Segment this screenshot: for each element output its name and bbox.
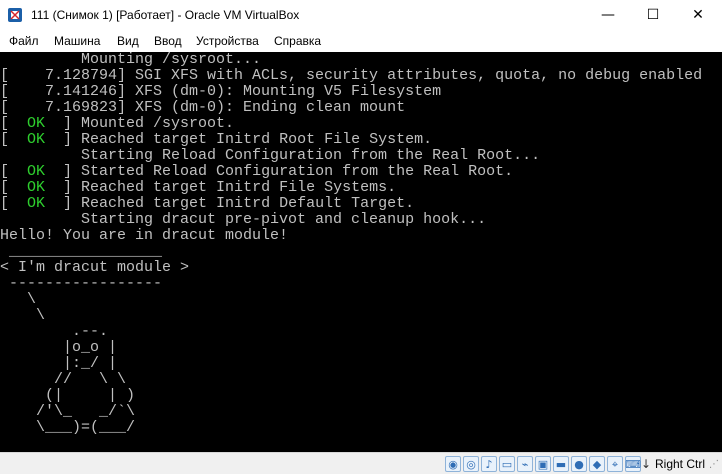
console-line: |:_/ | [0, 355, 118, 372]
usb-icon[interactable]: ⌁ [517, 456, 533, 472]
console-line: Hello! You are in dracut module! [0, 227, 289, 244]
keyboard-icon[interactable]: ⌨ [625, 456, 641, 472]
menu-view[interactable]: Вид [117, 34, 139, 48]
network-icon[interactable]: ▭ [499, 456, 515, 472]
console-line: [ OK ] Mounted /sysroot. [0, 115, 235, 132]
console-line: // \ \ [0, 371, 127, 388]
console-line: \___)=(___/ [0, 419, 136, 436]
console-line: ----------------- [0, 275, 163, 292]
status-bar: ◉ ◎ ♪ ▭ ⌁ ▣ ▬ ● ◆ ⌖ ⌨ ↓ Right Ctrl [0, 452, 722, 474]
virtualization-icon[interactable]: ◆ [589, 456, 605, 472]
shared-folders-icon[interactable]: ▣ [535, 456, 551, 472]
console-line: [ 7.169823] XFS (dm-0): Ending clean mou… [0, 99, 406, 116]
down-arrow-icon: ↓ [640, 457, 652, 471]
console-line: [ 7.128794] SGI XFS with ACLs, security … [0, 67, 703, 84]
console-line: \ [0, 291, 37, 308]
console-line: Starting Reload Configuration from the R… [0, 147, 541, 164]
console-line: |o_o | [0, 339, 118, 356]
virtualbox-window: 111 (Снимок 1) [Работает] - Oracle VM Vi… [0, 0, 722, 474]
console-line: Mounting /sysroot... [0, 52, 262, 68]
minimize-button[interactable]: — [585, 0, 631, 30]
menu-file[interactable]: Файл [9, 34, 39, 48]
resize-grip-icon[interactable]: ⋰ [708, 459, 720, 471]
console-line: [ OK ] Reached target Initrd Root File S… [0, 131, 433, 148]
virtualbox-icon [8, 8, 22, 22]
console-line: _________________ [0, 243, 163, 260]
ok-status: OK [27, 195, 46, 212]
console-line: [ OK ] Reached target Initrd File System… [0, 179, 397, 196]
ok-status: OK [27, 163, 46, 180]
console-line: .--. [0, 323, 109, 340]
console-line: < I'm dracut module > [0, 259, 190, 276]
mouse-integration-icon[interactable]: ⌖ [607, 456, 623, 472]
console-line: /'\_ _/`\ [0, 403, 136, 420]
menu-machine[interactable]: Машина [54, 34, 100, 48]
audio-icon[interactable]: ♪ [481, 456, 497, 472]
ok-status: OK [27, 179, 46, 196]
host-key-label: Right Ctrl [655, 457, 706, 471]
console-line: [ OK ] Reached target Initrd Default Tar… [0, 195, 415, 212]
menu-help[interactable]: Справка [274, 34, 321, 48]
hard-disk-icon[interactable]: ◉ [445, 456, 461, 472]
maximize-button[interactable]: ☐ [630, 0, 676, 30]
menu-devices[interactable]: Устройства [196, 34, 259, 48]
window-title: 111 (Снимок 1) [Работает] - Oracle VM Vi… [31, 8, 300, 22]
console-line: \ [0, 307, 46, 324]
menu-bar: Файл Машина Вид Ввод Устройства Справка [0, 30, 722, 52]
console-line: [ OK ] Started Reload Configuration from… [0, 163, 514, 180]
vm-console[interactable]: Mounting /sysroot... [ 7.128794] SGI XFS… [0, 52, 722, 452]
menu-input[interactable]: Ввод [154, 34, 182, 48]
ok-status: OK [27, 131, 46, 148]
console-line: [ 7.141246] XFS (dm-0): Mounting V5 File… [0, 83, 442, 100]
ok-status: OK [27, 115, 46, 132]
display-icon[interactable]: ▬ [553, 456, 569, 472]
video-capture-icon[interactable]: ● [571, 456, 587, 472]
console-line: Starting dracut pre-pivot and cleanup ho… [0, 211, 487, 228]
title-bar: 111 (Снимок 1) [Работает] - Oracle VM Vi… [0, 0, 722, 31]
optical-drive-icon[interactable]: ◎ [463, 456, 479, 472]
close-button[interactable]: ✕ [675, 0, 721, 30]
console-line: (| | ) [0, 387, 136, 404]
